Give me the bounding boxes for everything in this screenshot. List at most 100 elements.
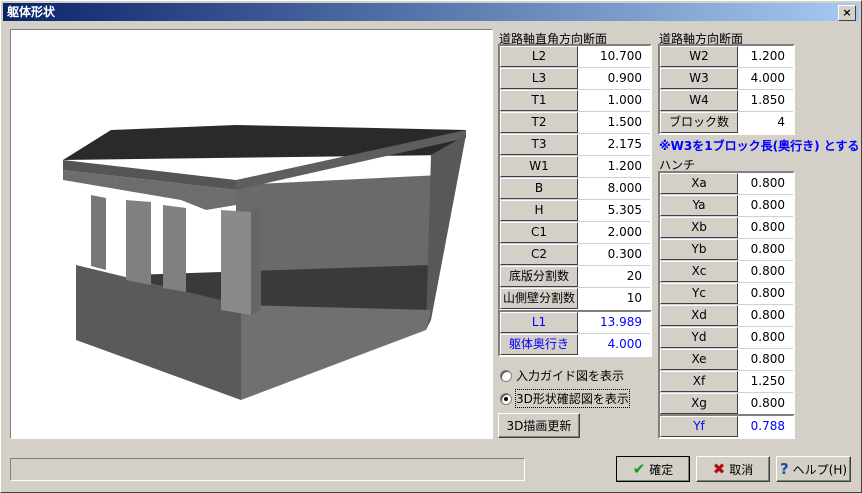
param-value-input[interactable]: 8.000	[578, 178, 650, 199]
close-button[interactable]: ×	[838, 5, 856, 21]
param-value-input[interactable]: 1.200	[738, 46, 793, 67]
radio-circle[interactable]	[500, 369, 512, 382]
param-label-button[interactable]: 躯体奥行き	[500, 334, 578, 355]
param-label-button[interactable]: Xc	[660, 261, 738, 282]
table-row: L3 0.900	[500, 68, 650, 90]
table-row: 山側壁分割数 10	[500, 288, 650, 309]
param-label-button[interactable]: W2	[660, 46, 738, 67]
radio-circle-selected[interactable]	[500, 392, 512, 405]
param-value-input[interactable]: 0.900	[578, 68, 650, 89]
param-value-input[interactable]: 0.800	[738, 217, 793, 238]
table-row: H 5.305	[500, 200, 650, 222]
param-label-button[interactable]: Xb	[660, 217, 738, 238]
param-label-button[interactable]: Xe	[660, 349, 738, 370]
param-label-button[interactable]: Xd	[660, 305, 738, 326]
table-row: W4 1.850	[660, 90, 793, 112]
table-row: W1 1.200	[500, 156, 650, 178]
param-label-button[interactable]: Yd	[660, 327, 738, 348]
yf-label: Yf	[660, 416, 738, 437]
ok-label: 確定	[649, 462, 674, 477]
param-value-input[interactable]: 0.800	[738, 239, 793, 260]
param-value-input[interactable]: 0.800	[738, 349, 793, 370]
param-value-input[interactable]: 1.200	[578, 156, 650, 177]
param-value-input[interactable]: 0.800	[738, 305, 793, 326]
param-label-button[interactable]: W3	[660, 68, 738, 89]
param-label-button[interactable]: W4	[660, 90, 738, 111]
help-label: ヘルプ(H)	[792, 462, 848, 477]
table-row: L1 13.989	[500, 312, 650, 334]
param-label-button[interactable]: Xa	[660, 173, 738, 194]
table-row: Xf 1.250	[660, 371, 793, 393]
status-bar	[10, 458, 525, 481]
param-value-input[interactable]: 2.175	[578, 134, 650, 155]
param-label-button[interactable]: Xf	[660, 371, 738, 392]
param-label-button[interactable]: Yb	[660, 239, 738, 260]
param-value-input[interactable]: 4.000	[738, 68, 793, 89]
param-value-input[interactable]: 0.800	[738, 393, 793, 414]
table-row: Xc 0.800	[660, 261, 793, 283]
param-label-button[interactable]: 山側壁分割数	[500, 288, 578, 309]
table-row: B 8.000	[500, 178, 650, 200]
param-value-input[interactable]: 5.305	[578, 200, 650, 221]
param-label-button[interactable]: L3	[500, 68, 578, 89]
longitudinal-table: W2 1.200 W3 4.000 W4 1.850 ブロック数 4	[658, 44, 795, 135]
radio-show-3d[interactable]: 3D形状確認図を表示	[500, 389, 630, 408]
cross-section-table: L2 10.700 L3 0.900 T1 1.000 T2 1.500 T3 2.175 W1 1.…	[498, 44, 652, 311]
table-row: Ya 0.800	[660, 195, 793, 217]
table-row: T3 2.175	[500, 134, 650, 156]
param-label-button[interactable]: 底版分割数	[500, 266, 578, 287]
param-label-button[interactable]: Yc	[660, 283, 738, 304]
param-value-input[interactable]: 2.000	[578, 222, 650, 243]
param-value-input[interactable]: 0.800	[738, 173, 793, 194]
table-row: T2 1.500	[500, 112, 650, 134]
param-value-input[interactable]: 1.250	[738, 371, 793, 392]
param-value-input[interactable]: 1.500	[578, 112, 650, 133]
param-label-button[interactable]: L2	[500, 46, 578, 67]
param-label-button[interactable]: H	[500, 200, 578, 221]
table-row: ブロック数 4	[660, 112, 793, 133]
cancel-label: 取消	[729, 462, 754, 477]
radio-3d-label: 3D形状確認図を表示	[515, 389, 630, 408]
param-value-input[interactable]: 4	[738, 112, 793, 133]
param-label-button[interactable]: W1	[500, 156, 578, 177]
param-label-button[interactable]: Ya	[660, 195, 738, 216]
table-row: T1 1.000	[500, 90, 650, 112]
param-value-input[interactable]: 10.700	[578, 46, 650, 67]
param-label-button[interactable]: B	[500, 178, 578, 199]
3d-preview-canvas[interactable]	[10, 29, 493, 439]
param-value-input[interactable]: 1.850	[738, 90, 793, 111]
help-button[interactable]: ? ヘルプ(H)	[776, 456, 851, 482]
title-bar: 躯体形状 ×	[3, 3, 859, 21]
table-row: W3 4.000	[660, 68, 793, 90]
param-value-input[interactable]: 20	[578, 266, 650, 287]
param-value-input[interactable]: 10	[578, 288, 650, 309]
table-row: L2 10.700	[500, 46, 650, 68]
param-label-button[interactable]: C1	[500, 222, 578, 243]
x-icon: ✖	[712, 460, 726, 478]
param-value-input[interactable]: 0.800	[738, 261, 793, 282]
3d-model-render	[63, 125, 466, 400]
param-label-button[interactable]: ブロック数	[660, 112, 738, 133]
param-value-input[interactable]: 0.800	[738, 327, 793, 348]
param-label-button[interactable]: C2	[500, 244, 578, 265]
table-row: 躯体奥行き 4.000	[500, 334, 650, 355]
param-value-input[interactable]: 0.800	[738, 283, 793, 304]
table-row: Yb 0.800	[660, 239, 793, 261]
question-icon: ?	[779, 460, 789, 478]
table-row: Xe 0.800	[660, 349, 793, 371]
table-row: Xa 0.800	[660, 173, 793, 195]
param-label-button[interactable]: Xg	[660, 393, 738, 414]
ok-button[interactable]: ✔ 確定	[616, 456, 690, 482]
param-value-input[interactable]: 0.800	[738, 195, 793, 216]
param-label-button[interactable]: L1	[500, 312, 578, 333]
radio-show-guide[interactable]: 入力ガイド図を表示	[500, 367, 624, 384]
param-label-button[interactable]: T3	[500, 134, 578, 155]
param-value-input[interactable]: 0.300	[578, 244, 650, 265]
redraw-3d-button[interactable]: 3D描画更新	[498, 413, 580, 438]
param-value-input[interactable]: 1.000	[578, 90, 650, 111]
param-label-button[interactable]: T1	[500, 90, 578, 111]
yf-value: 0.788	[738, 416, 793, 437]
cancel-button[interactable]: ✖ 取消	[696, 456, 770, 482]
param-label-button[interactable]: T2	[500, 112, 578, 133]
checkmark-icon: ✔	[632, 460, 646, 478]
